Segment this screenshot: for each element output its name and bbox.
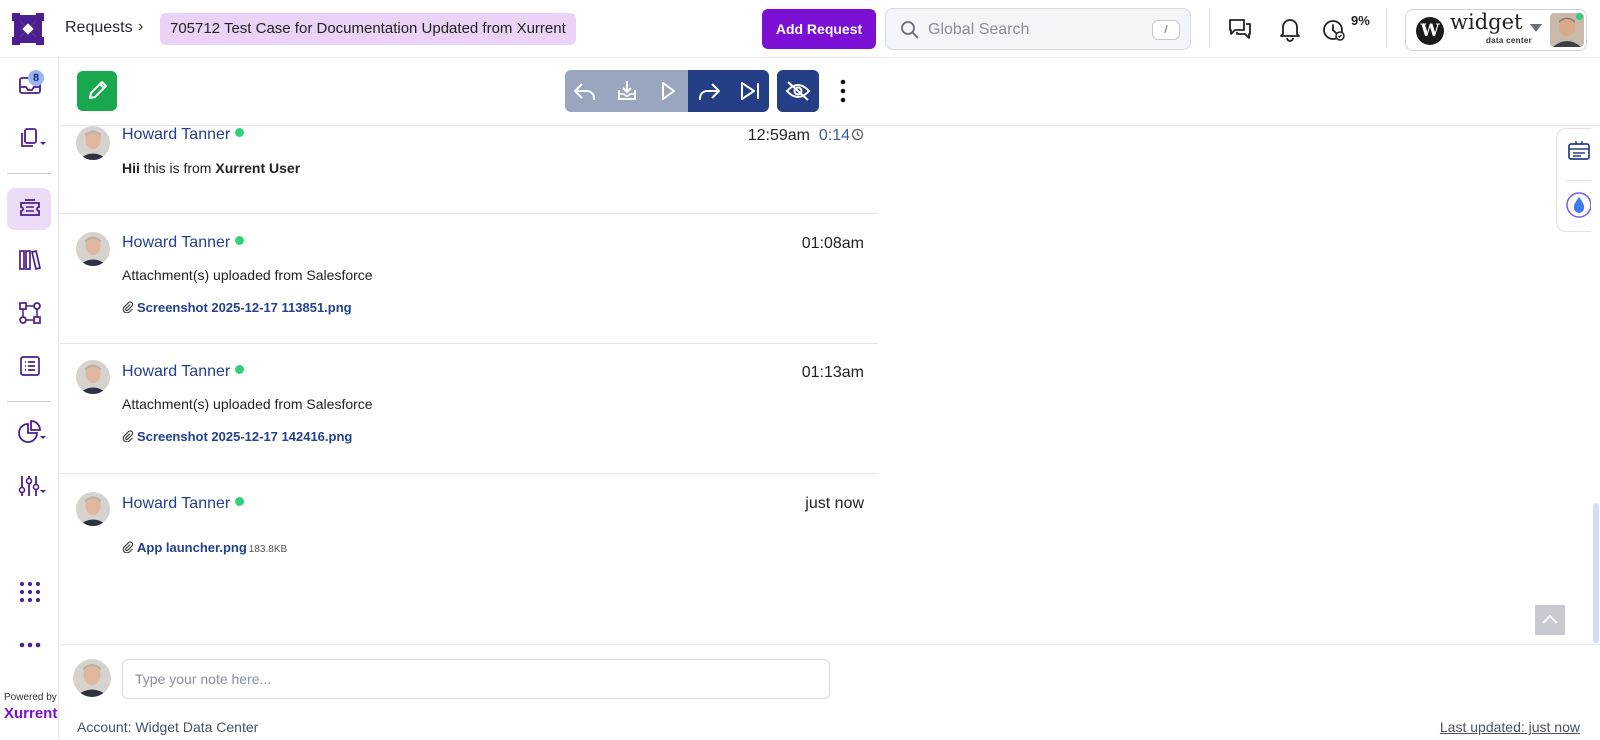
widget-logo-icon: W bbox=[1416, 17, 1444, 45]
account-switcher[interactable]: W widget data center bbox=[1405, 9, 1587, 51]
more-horizontal-icon[interactable] bbox=[14, 629, 46, 661]
ticket-title-chip: 705712 Test Case for Documentation Updat… bbox=[160, 13, 576, 45]
timer-percent: 9% bbox=[1351, 13, 1370, 28]
workflow-icon[interactable] bbox=[14, 297, 46, 329]
time-spent-clock-icon bbox=[851, 128, 864, 141]
note-composer bbox=[60, 644, 1600, 714]
note-item: Howard Tanner 01:08am Attachment(s) uplo… bbox=[60, 214, 878, 344]
note-item: Howard Tanner 12:59am 0:14 Hii this is f… bbox=[60, 126, 878, 214]
note-item: Howard Tanner just now App launcher.png 1… bbox=[60, 474, 878, 644]
action-button-group bbox=[565, 70, 769, 112]
app-launcher-grid-icon[interactable] bbox=[14, 576, 46, 608]
scrollbar-thumb[interactable] bbox=[1593, 503, 1599, 643]
note-input[interactable] bbox=[122, 659, 830, 699]
chevron-right-icon: › bbox=[138, 18, 144, 35]
note-time: 01:08am bbox=[801, 235, 864, 252]
online-status-dot bbox=[235, 497, 245, 506]
edit-button[interactable] bbox=[77, 71, 117, 111]
record-toolbar bbox=[60, 58, 1600, 126]
sidebar: 8 Powered by Xurrent bbox=[0, 58, 59, 740]
paperclip-icon bbox=[122, 301, 134, 313]
copy-menu-icon[interactable] bbox=[14, 122, 46, 154]
skip-end-icon[interactable] bbox=[729, 70, 769, 112]
author-avatar[interactable] bbox=[76, 232, 110, 266]
list-report-icon[interactable] bbox=[14, 350, 46, 382]
note-author[interactable]: Howard Tanner bbox=[122, 495, 245, 513]
online-status-dot bbox=[1576, 13, 1583, 20]
online-status-dot bbox=[235, 236, 245, 245]
bell-icon[interactable] bbox=[1276, 15, 1304, 43]
knowledge-library-icon[interactable] bbox=[14, 244, 46, 276]
note-author[interactable]: Howard Tanner bbox=[122, 363, 245, 381]
search-icon bbox=[901, 21, 919, 39]
last-updated-link[interactable]: Last updated: just now bbox=[1440, 719, 1580, 735]
attachment-link[interactable]: Screenshot 2025-12-17 142416.png bbox=[122, 429, 352, 444]
analytics-pie-icon[interactable] bbox=[14, 416, 46, 448]
online-status-dot bbox=[235, 365, 245, 374]
inbox-count-badge: 8 bbox=[28, 70, 44, 86]
note-body: Attachment(s) uploaded from Salesforce bbox=[122, 396, 373, 412]
author-avatar[interactable] bbox=[76, 492, 110, 526]
global-search-field[interactable]: Global Search / bbox=[885, 8, 1191, 50]
note-author[interactable]: Howard Tanner bbox=[122, 126, 245, 144]
note-body: Hii this is from Xurrent User bbox=[122, 160, 301, 176]
paperclip-icon bbox=[122, 430, 134, 442]
search-shortcut-key: / bbox=[1152, 20, 1180, 40]
attachment-size: 183.8KB bbox=[248, 544, 288, 555]
ai-assistant-icon[interactable] bbox=[1565, 191, 1593, 219]
xurrent-brand-link[interactable]: Xurrent bbox=[4, 705, 57, 722]
account-brand-sub: data center bbox=[1486, 36, 1532, 45]
note-time: 01:13am bbox=[801, 364, 864, 381]
breadcrumb-requests[interactable]: Requests bbox=[65, 19, 133, 37]
chat-icon[interactable] bbox=[1226, 15, 1254, 43]
divider bbox=[1565, 180, 1593, 181]
divider bbox=[7, 401, 51, 402]
footer-account: Account: Widget Data Center bbox=[77, 719, 259, 735]
powered-by-label: Powered by bbox=[4, 692, 57, 703]
requests-icon[interactable] bbox=[14, 193, 46, 225]
forward-icon[interactable] bbox=[688, 70, 729, 112]
paperclip-icon bbox=[122, 541, 134, 553]
account-brand: widget bbox=[1450, 10, 1523, 34]
scroll-to-top-button[interactable] bbox=[1535, 605, 1565, 635]
attachment-link[interactable]: App launcher.png 183.8KB bbox=[122, 540, 287, 555]
settings-sliders-icon[interactable] bbox=[14, 470, 46, 502]
note-time: 12:59am 0:14 bbox=[748, 127, 864, 145]
author-avatar[interactable] bbox=[76, 126, 110, 160]
add-request-button[interactable]: Add Request bbox=[762, 9, 876, 49]
search-placeholder: Global Search bbox=[928, 21, 1030, 38]
time-spent: 0:14 bbox=[818, 127, 850, 144]
divider bbox=[7, 173, 51, 174]
current-user-avatar bbox=[73, 659, 111, 697]
xurrent-logo-icon[interactable] bbox=[10, 11, 46, 47]
note-time: just now bbox=[805, 495, 864, 512]
reply-icon[interactable] bbox=[565, 70, 606, 112]
top-bar: Requests › 705712 Test Case for Document… bbox=[0, 0, 1600, 58]
author-avatar[interactable] bbox=[76, 360, 110, 394]
notes-feed: Howard Tanner 12:59am 0:14 Hii this is f… bbox=[60, 126, 878, 644]
note-body: Attachment(s) uploaded from Salesforce bbox=[122, 267, 373, 283]
timer-icon[interactable] bbox=[1320, 15, 1348, 43]
eye-off-icon[interactable] bbox=[777, 70, 819, 112]
note-author[interactable]: Howard Tanner bbox=[122, 234, 245, 252]
divider bbox=[1209, 8, 1210, 48]
footer: Account: Widget Data Center Last updated… bbox=[60, 714, 1600, 740]
online-status-dot bbox=[235, 128, 245, 137]
play-icon[interactable] bbox=[647, 70, 688, 112]
divider bbox=[1386, 8, 1387, 48]
note-item: Howard Tanner 01:13am Attachment(s) uplo… bbox=[60, 344, 878, 474]
attachment-link[interactable]: Screenshot 2025-12-17 113851.png bbox=[122, 300, 352, 315]
more-vertical-icon[interactable] bbox=[838, 78, 848, 104]
caret-down-icon bbox=[1530, 24, 1542, 32]
id-card-icon[interactable] bbox=[1567, 139, 1591, 163]
download-icon[interactable] bbox=[606, 70, 647, 112]
